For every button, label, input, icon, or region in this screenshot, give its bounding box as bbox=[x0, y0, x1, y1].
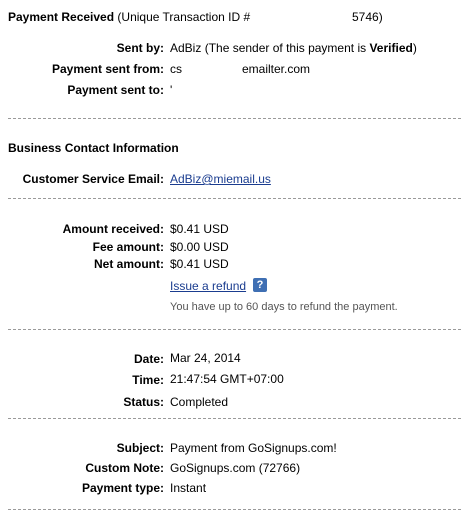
divider bbox=[8, 198, 461, 199]
payment-type-value: Instant bbox=[170, 481, 207, 495]
customer-service-email-label: Customer Service Email: bbox=[22, 172, 164, 186]
business-contact-heading: Business Contact Information bbox=[8, 141, 179, 155]
sender-note-suffix: ) bbox=[412, 41, 417, 55]
issue-refund-link-wrap[interactable]: Issue a refund bbox=[170, 279, 246, 293]
issue-refund-link[interactable]: Issue a refund bbox=[170, 279, 246, 293]
divider bbox=[8, 118, 461, 119]
net-amount-value: $0.41 USD bbox=[170, 257, 229, 271]
sender-name: AdBiz bbox=[170, 41, 202, 55]
subject-value: Payment from GoSignups.com! bbox=[170, 441, 337, 455]
custom-note-value: GoSignups.com (72766) bbox=[170, 461, 301, 475]
divider bbox=[8, 418, 461, 419]
time-label: Time: bbox=[132, 373, 164, 387]
status-value: Completed bbox=[170, 395, 229, 409]
sender-note-prefix: (The sender of this payment is bbox=[204, 41, 367, 55]
divider bbox=[8, 329, 461, 330]
net-amount-label: Net amount: bbox=[94, 257, 164, 271]
payment-type-label: Payment type: bbox=[81, 481, 164, 495]
sent-to-label: Payment sent to: bbox=[67, 83, 164, 97]
divider bbox=[8, 509, 461, 510]
title-text: Payment Received bbox=[8, 10, 115, 24]
customer-service-email-link[interactable]: AdBiz@miemail.us bbox=[170, 172, 271, 186]
fee-amount-value: $0.00 USD bbox=[170, 240, 229, 254]
sent-from-label: Payment sent from: bbox=[51, 62, 164, 76]
amount-received-value: $0.41 USD bbox=[170, 222, 229, 236]
fee-amount-label: Fee amount: bbox=[92, 240, 164, 254]
sent-by-value: AdBiz (The sender of this payment is Ver… bbox=[170, 41, 417, 55]
refund-note: You have up to 60 days to refund the pay… bbox=[170, 301, 398, 313]
help-icon[interactable]: ? bbox=[253, 278, 267, 292]
sent-from-value: cs bbox=[170, 62, 182, 76]
sent-by-label: Sent by: bbox=[116, 41, 164, 55]
custom-note-label: Custom Note: bbox=[85, 461, 164, 475]
sent-from-value-tail: emailter.com bbox=[242, 62, 311, 76]
transaction-id-suffix: 5746) bbox=[352, 10, 383, 24]
status-label: Status: bbox=[123, 395, 164, 409]
sent-to-value: ' bbox=[170, 83, 173, 97]
date-label: Date: bbox=[133, 352, 164, 366]
page-title: Payment Received (Unique Transaction ID … bbox=[8, 10, 383, 24]
transaction-id-prefix: (Unique Transaction ID # bbox=[117, 10, 251, 24]
amount-received-label: Amount received: bbox=[62, 222, 164, 236]
time-value: 21:47:54 GMT+07:00 bbox=[170, 372, 284, 386]
email-link[interactable]: AdBiz@miemail.us bbox=[170, 172, 271, 186]
verified-badge: Verified bbox=[369, 41, 413, 55]
date-value: Mar 24, 2014 bbox=[170, 351, 241, 365]
subject-label: Subject: bbox=[116, 441, 164, 455]
